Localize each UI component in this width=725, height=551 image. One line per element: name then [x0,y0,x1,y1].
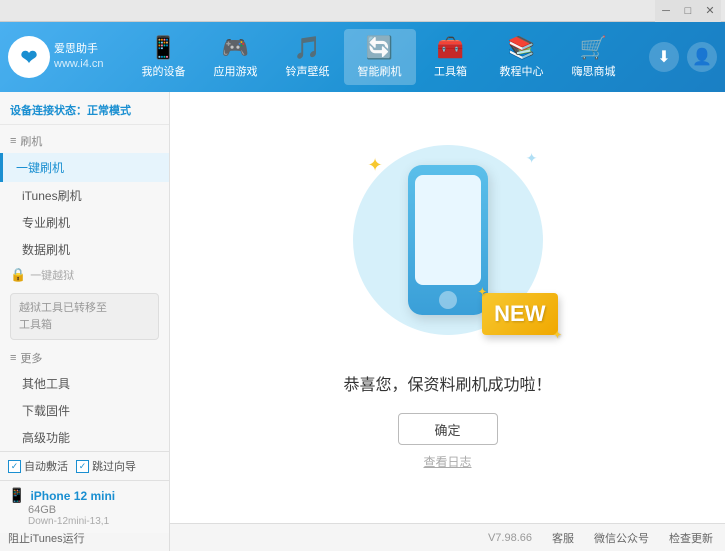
auto-flash-check[interactable]: ✓ [8,460,21,473]
item-label: 专业刷机 [22,216,70,230]
nav-item-ringtones[interactable]: 🎵 铃声壁纸 [272,29,344,85]
item-label: 下载固件 [22,404,70,418]
item-label: iTunes刷机 [22,189,82,203]
nav-label-toolbox: 工具箱 [434,63,467,79]
device-icon: 📱 [8,487,25,504]
nav-item-my-device[interactable]: 📱 我的设备 [128,29,200,85]
sidebar-item-other-tools[interactable]: 其他工具 [0,370,169,397]
nav-label-apps-games: 应用游戏 [214,63,258,79]
section-icon: ≡ [10,135,16,147]
sidebar-section-flash: ≡ 刷机 [0,129,169,153]
section-label: 刷机 [20,133,42,149]
section-icon: ≡ [10,352,16,364]
version-number: V7.98.66 [488,532,532,544]
logo-name: 爱思助手 [54,42,104,57]
nav-icon-my-device: 📱 [150,35,177,61]
bottom-right-area: V7.98.66 客服 微信公众号 检查更新 [170,524,725,551]
section-label: 一键越狱 [30,267,74,283]
item-label: 一键刷机 [16,161,64,175]
sidebar-section-more: ≡ 更多 [0,346,169,370]
title-bar: ─ □ ✕ [0,0,725,22]
sidebar-item-one-key-flash[interactable]: 一键刷机 [0,153,169,182]
disabled-text: 越狱工具已转移至工具箱 [19,300,107,333]
logo-area: ❤ 爱思助手 www.i4.cn [8,36,108,78]
itunes-running-status: 阻止iTunes运行 [8,530,85,546]
nav-item-apps-games[interactable]: 🎮 应用游戏 [200,29,272,85]
new-badge: NEW [482,293,557,335]
user-button[interactable]: 👤 [687,42,717,72]
nav-icon-toolbox: 🧰 [437,35,464,61]
maximize-button[interactable]: □ [677,0,699,22]
device-name: iPhone 12 mini [30,489,115,503]
view-log-link[interactable]: 查看日志 [423,453,471,470]
nav-icon-smart-flash: 🔄 [366,35,393,61]
nav-icon-apps-games: 🎮 [222,35,249,61]
status-label: 设备连接状态： [10,105,87,117]
section-label: 更多 [20,350,42,366]
nav-label-mall: 嗨思商城 [572,63,616,79]
customer-service-link[interactable]: 客服 [552,530,574,546]
logo-text: 爱思助手 www.i4.cn [54,42,104,73]
phone-graphic [408,165,488,315]
header-right: ⬇ 👤 [649,42,717,72]
nav-item-toolbox[interactable]: 🧰 工具箱 [416,29,486,85]
content-panel: ✦ ✦ NEW 恭喜您，保资料刷机成功啦！ 确定 查看日志 [170,92,725,523]
header: ❤ 爱思助手 www.i4.cn 📱 我的设备 🎮 应用游戏 🎵 铃声壁纸 🔄 … [0,22,725,92]
logo-icon: ❤ [8,36,50,78]
itunes-running-label: 阻止iTunes运行 [8,530,85,546]
sidebar-item-download-firmware[interactable]: 下载固件 [0,397,169,424]
item-label: 数据刷机 [22,243,70,257]
check-update-link[interactable]: 检查更新 [669,530,713,546]
nav-icon-tutorials: 📚 [508,35,535,61]
skip-wizard-check[interactable]: ✓ [76,460,89,473]
auto-flash-label: 自动敷活 [24,458,68,474]
success-message: 恭喜您，保资料刷机成功啦！ [343,371,551,395]
nav-icon-mall: 🛒 [580,35,607,61]
bottom-left-area: 阻止iTunes运行 [0,524,170,551]
skip-wizard-label: 跳过向导 [92,458,136,474]
sparkle-icon-tr: ✦ [526,150,538,167]
close-button[interactable]: ✕ [699,0,721,22]
phone-home-button [439,291,457,309]
nav-item-smart-flash[interactable]: 🔄 智能刷机 [344,29,416,85]
sidebar-item-itunes-flash[interactable]: iTunes刷机 [0,182,169,209]
minimize-button[interactable]: ─ [655,0,677,22]
wechat-link[interactable]: 微信公众号 [594,530,649,546]
lock-icon: 🔒 [10,267,26,283]
item-label: 其他工具 [22,377,70,391]
bottom-bar: 阻止iTunes运行 V7.98.66 客服 微信公众号 检查更新 [0,523,725,551]
connection-status: 设备连接状态：正常模式 [0,98,169,125]
device-storage: 64GB [8,504,161,516]
nav-label-ringtones: 铃声壁纸 [286,63,330,79]
skip-wizard-checkbox[interactable]: ✓ 跳过向导 [76,458,136,474]
sidebar-bottom-options: ✓ 自动敷活 ✓ 跳过向导 [0,451,169,480]
download-button[interactable]: ⬇ [649,42,679,72]
sidebar-item-advanced[interactable]: 高级功能 [0,424,169,451]
nav-bar: 📱 我的设备 🎮 应用游戏 🎵 铃声壁纸 🔄 智能刷机 🧰 工具箱 📚 教程中心… [108,29,649,85]
nav-label-tutorials: 教程中心 [500,63,544,79]
sparkle-icon-tl: ✦ [368,155,383,176]
nav-item-mall[interactable]: 🛒 嗨思商城 [558,29,630,85]
nav-item-tutorials[interactable]: 📚 教程中心 [486,29,558,85]
sidebar-item-pro-flash[interactable]: 专业刷机 [0,209,169,236]
auto-flash-checkbox[interactable]: ✓ 自动敷活 [8,458,68,474]
jailbreak-disabled-notice: 越狱工具已转移至工具箱 [10,293,159,340]
logo-url: www.i4.cn [54,57,104,72]
sidebar-item-data-flash[interactable]: 数据刷机 [0,236,169,263]
item-label: 高级功能 [22,431,70,445]
nav-label-my-device: 我的设备 [142,63,186,79]
phone-screen [415,175,481,285]
sidebar: 设备连接状态：正常模式 ≡ 刷机 一键刷机 iTunes刷机 专业刷机 数据刷机… [0,92,170,523]
status-value: 正常模式 [87,105,131,117]
confirm-button[interactable]: 确定 [398,413,498,445]
nav-icon-ringtones: 🎵 [294,35,321,61]
nav-label-smart-flash: 智能刷机 [358,63,402,79]
illustration: ✦ ✦ NEW [348,145,548,355]
sidebar-section-jailbreak: 🔒 一键越狱 [0,263,169,287]
